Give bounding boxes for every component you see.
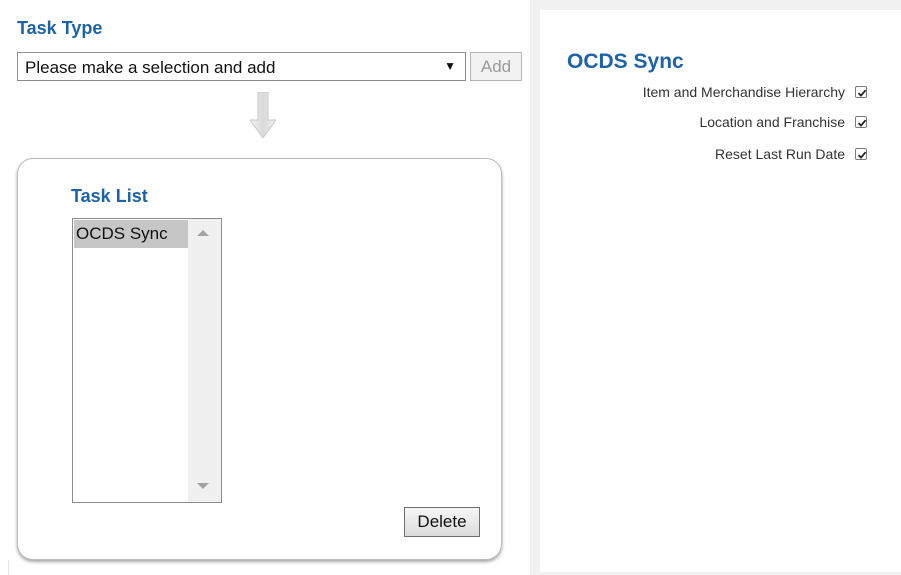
task-details-content: OCDS Sync Item and Merchandise Hierarchy… xyxy=(540,10,901,572)
task-details-panel: OCDS Sync Item and Merchandise Hierarchy… xyxy=(530,0,901,575)
task-listbox[interactable]: OCDS Sync xyxy=(72,218,222,503)
scroll-up-arrow-icon[interactable] xyxy=(197,230,209,236)
divider xyxy=(8,560,9,575)
option-reset-last-run-date: Reset Last Run Date xyxy=(715,144,867,164)
option-label: Reset Last Run Date xyxy=(715,146,845,162)
option-label: Item and Merchandise Hierarchy xyxy=(642,84,845,100)
option-item-merchandise-hierarchy: Item and Merchandise Hierarchy xyxy=(643,82,867,102)
reset-last-run-date-checkbox[interactable] xyxy=(855,148,867,160)
task-list-card: Task List OCDS Sync Delete xyxy=(17,158,502,560)
item-merchandise-hierarchy-checkbox[interactable] xyxy=(855,86,867,98)
add-button[interactable]: Add xyxy=(470,52,522,81)
option-label: Location and Franchise xyxy=(699,114,845,130)
option-location-franchise: Location and Franchise xyxy=(699,112,867,132)
listbox-scrollbar[interactable] xyxy=(188,219,221,502)
scroll-down-arrow-icon[interactable] xyxy=(197,483,209,489)
dropdown-arrow-icon: ▼ xyxy=(444,59,456,73)
task-config-panel: Task Type Please make a selection and ad… xyxy=(0,0,530,575)
checkmark-icon xyxy=(857,119,867,127)
task-type-select-value: Please make a selection and add xyxy=(25,58,276,77)
down-arrow-icon xyxy=(250,92,276,138)
checkmark-icon xyxy=(857,151,867,159)
checkmark-icon xyxy=(857,89,867,97)
page: Task Type Please make a selection and ad… xyxy=(0,0,901,575)
task-list-title: Task List xyxy=(71,186,148,206)
location-franchise-checkbox[interactable] xyxy=(855,116,867,128)
task-type-title: Task Type xyxy=(17,18,103,38)
task-type-select[interactable]: Please make a selection and add ▼ xyxy=(17,52,466,81)
ocds-sync-title: OCDS Sync xyxy=(567,50,684,73)
list-item[interactable]: OCDS Sync xyxy=(74,220,188,248)
delete-button[interactable]: Delete xyxy=(404,507,480,537)
